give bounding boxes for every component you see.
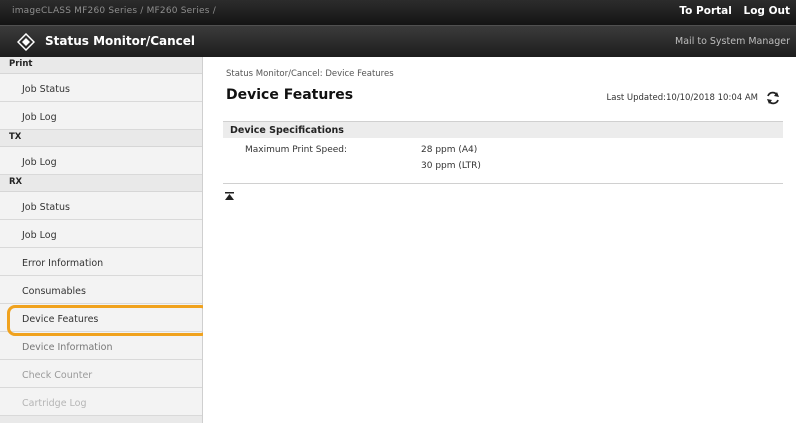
title-bar: Status Monitor/Cancel Mail to System Man… bbox=[0, 25, 796, 57]
sidebar-item-tx-job-log[interactable]: Job Log bbox=[0, 147, 202, 175]
sidebar-item-rx-job-status[interactable]: Job Status bbox=[0, 192, 202, 220]
last-updated-text: Last Updated:10/10/2018 10:04 AM bbox=[606, 93, 759, 103]
log-out-link[interactable]: Log Out bbox=[744, 5, 791, 17]
sidebar-item-device-information[interactable]: Device Information bbox=[0, 332, 202, 360]
max-print-speed-a4: 28 ppm (A4) bbox=[421, 145, 478, 155]
breadcrumb: Status Monitor/Cancel: Device Features bbox=[226, 69, 394, 79]
top-bar: imageCLASS MF260 Series / MF260 Series /… bbox=[0, 0, 796, 25]
sidebar-item-print-job-status[interactable]: Job Status bbox=[0, 74, 202, 102]
sidebar-item-cartridge-log[interactable]: Cartridge Log bbox=[0, 388, 202, 416]
app-title: Status Monitor/Cancel bbox=[45, 34, 196, 48]
to-portal-link[interactable]: To Portal bbox=[679, 5, 731, 17]
max-print-speed-ltr: 30 ppm (LTR) bbox=[421, 161, 481, 171]
mail-to-system-manager-link[interactable]: Mail to System Manager bbox=[675, 36, 790, 47]
sidebar-heading-print: Print bbox=[0, 57, 202, 74]
sidebar-heading-tx: TX bbox=[0, 130, 202, 147]
sidebar-item-device-features[interactable]: Device Features bbox=[0, 304, 209, 336]
max-print-speed-label: Maximum Print Speed: bbox=[245, 145, 348, 155]
sidebar-item-error-information[interactable]: Error Information bbox=[0, 248, 202, 276]
back-to-top-icon[interactable] bbox=[225, 192, 234, 201]
sidebar-heading-rx: RX bbox=[0, 175, 202, 192]
device-breadcrumb: imageCLASS MF260 Series / MF260 Series / bbox=[12, 6, 216, 16]
status-monitor-icon bbox=[17, 33, 35, 51]
top-links: To Portal Log Out bbox=[671, 5, 790, 17]
sidebar-item-consumables[interactable]: Consumables bbox=[0, 276, 202, 304]
sidebar-item-rx-job-log[interactable]: Job Log bbox=[0, 220, 202, 248]
sidebar: Print Job Status Job Log TX Job Log RX J… bbox=[0, 57, 209, 423]
page-title: Device Features bbox=[226, 87, 354, 103]
sidebar-item-check-counter[interactable]: Check Counter bbox=[0, 360, 202, 388]
section-divider bbox=[223, 183, 783, 184]
sidebar-item-print-job-log[interactable]: Job Log bbox=[0, 102, 202, 130]
device-specifications-heading: Device Specifications bbox=[223, 121, 783, 138]
refresh-icon[interactable] bbox=[765, 90, 781, 106]
main-content: Status Monitor/Cancel: Device Features D… bbox=[203, 57, 796, 423]
